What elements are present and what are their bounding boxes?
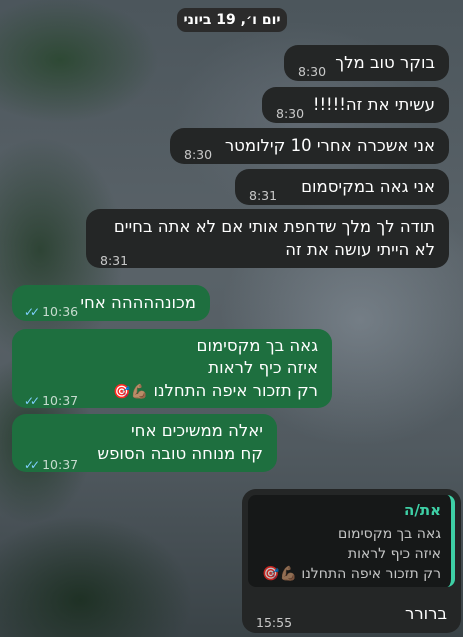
date-badge: יום ו׳, 19 ביוני [177, 8, 287, 32]
message-text-line: איזה כיף לראות [208, 358, 318, 377]
message-bubble-incoming[interactable]: תודה לך מלך שדחפת אותי אם לא אתה בחיים ל… [86, 209, 449, 268]
message-meta: ✓✓ 10:37 [24, 389, 78, 413]
quoted-message[interactable]: את/ה גאה בך מקסימום איזה כיף לראות רק תז… [248, 495, 455, 587]
quoted-text-line: רק תזכור איפה התחלנו 💪🏽🎯 [262, 563, 441, 586]
message-text-line: יאלה ממשיכים אחי [130, 421, 263, 440]
message-time: 10:36 [42, 304, 79, 319]
double-check-icon: ✓✓ [24, 458, 40, 472]
double-check-icon: ✓✓ [24, 394, 40, 408]
message-time: 10:37 [42, 393, 79, 408]
message-time: 10:37 [42, 457, 79, 472]
message-text: אני גאה במקיסמום [301, 177, 435, 196]
message-time: 8:30 [276, 106, 305, 121]
message-text: בוקר טוב מלך [335, 53, 435, 72]
flexed-biceps-emoji: 💪🏽 [130, 384, 149, 400]
message-text-line3: רק תזכור איפה התחלנו [153, 381, 318, 400]
quoted-sender-name: את/ה [404, 501, 441, 519]
message-text-line: תודה לך מלך שדחפת אותי אם לא אתה בחיים [113, 217, 435, 236]
message-bubble-outgoing[interactable]: מכונההההה אחי ✓✓ 10:36 [12, 285, 210, 321]
message-bubble-outgoing[interactable]: יאלה ממשיכים אחי קח מנוחה טובה הסופש ✓✓ 1… [12, 414, 277, 472]
message-bubble-incoming[interactable]: עשיתי את זה!!!!! 8:30 [262, 87, 449, 123]
message-time: 8:31 [100, 253, 129, 268]
flexed-biceps-emoji: 💪🏽 [279, 566, 297, 582]
message-text: עשיתי את זה!!!!! [312, 95, 435, 114]
message-text-line: גאה בך מקסימום [196, 336, 318, 355]
quoted-text-line3: רק תזכור איפה התחלנו [301, 566, 441, 582]
message-time: 15:55 [256, 615, 293, 630]
message-bubble-outgoing[interactable]: גאה בך מקסימום איזה כיף לראות רק תזכור א… [12, 329, 332, 408]
message-meta: ✓✓ 10:36 [24, 300, 78, 324]
message-time: 8:30 [298, 64, 327, 79]
message-bubble-incoming[interactable]: אני גאה במקיסמום 8:31 [235, 169, 449, 205]
message-bubble-incoming[interactable]: אני אשכרה אחרי 10 קילומטר 8:30 [170, 128, 449, 164]
message-text-line: קח מנוחה טובה הסופש [97, 444, 263, 463]
message-text: מכונההההה אחי [80, 293, 196, 312]
message-bubble-incoming-reply[interactable]: את/ה גאה בך מקסימום איזה כיף לראות רק תז… [242, 489, 461, 633]
message-text: ברורר [405, 604, 447, 623]
message-text: אני אשכרה אחרי 10 קילומטר [224, 136, 435, 155]
message-time: 8:30 [184, 147, 213, 162]
target-emoji: 🎯 [113, 384, 131, 400]
message-text-line: לא הייתי עושה את זה [285, 240, 435, 259]
message-bubble-incoming[interactable]: בוקר טוב מלך 8:30 [284, 45, 449, 81]
message-meta: ✓✓ 10:37 [24, 453, 78, 477]
double-check-icon: ✓✓ [24, 305, 40, 319]
message-time: 8:31 [249, 188, 278, 203]
message-text-line: רק תזכור איפה התחלנו 💪🏽🎯 [113, 379, 318, 404]
target-emoji: 🎯 [262, 566, 280, 582]
